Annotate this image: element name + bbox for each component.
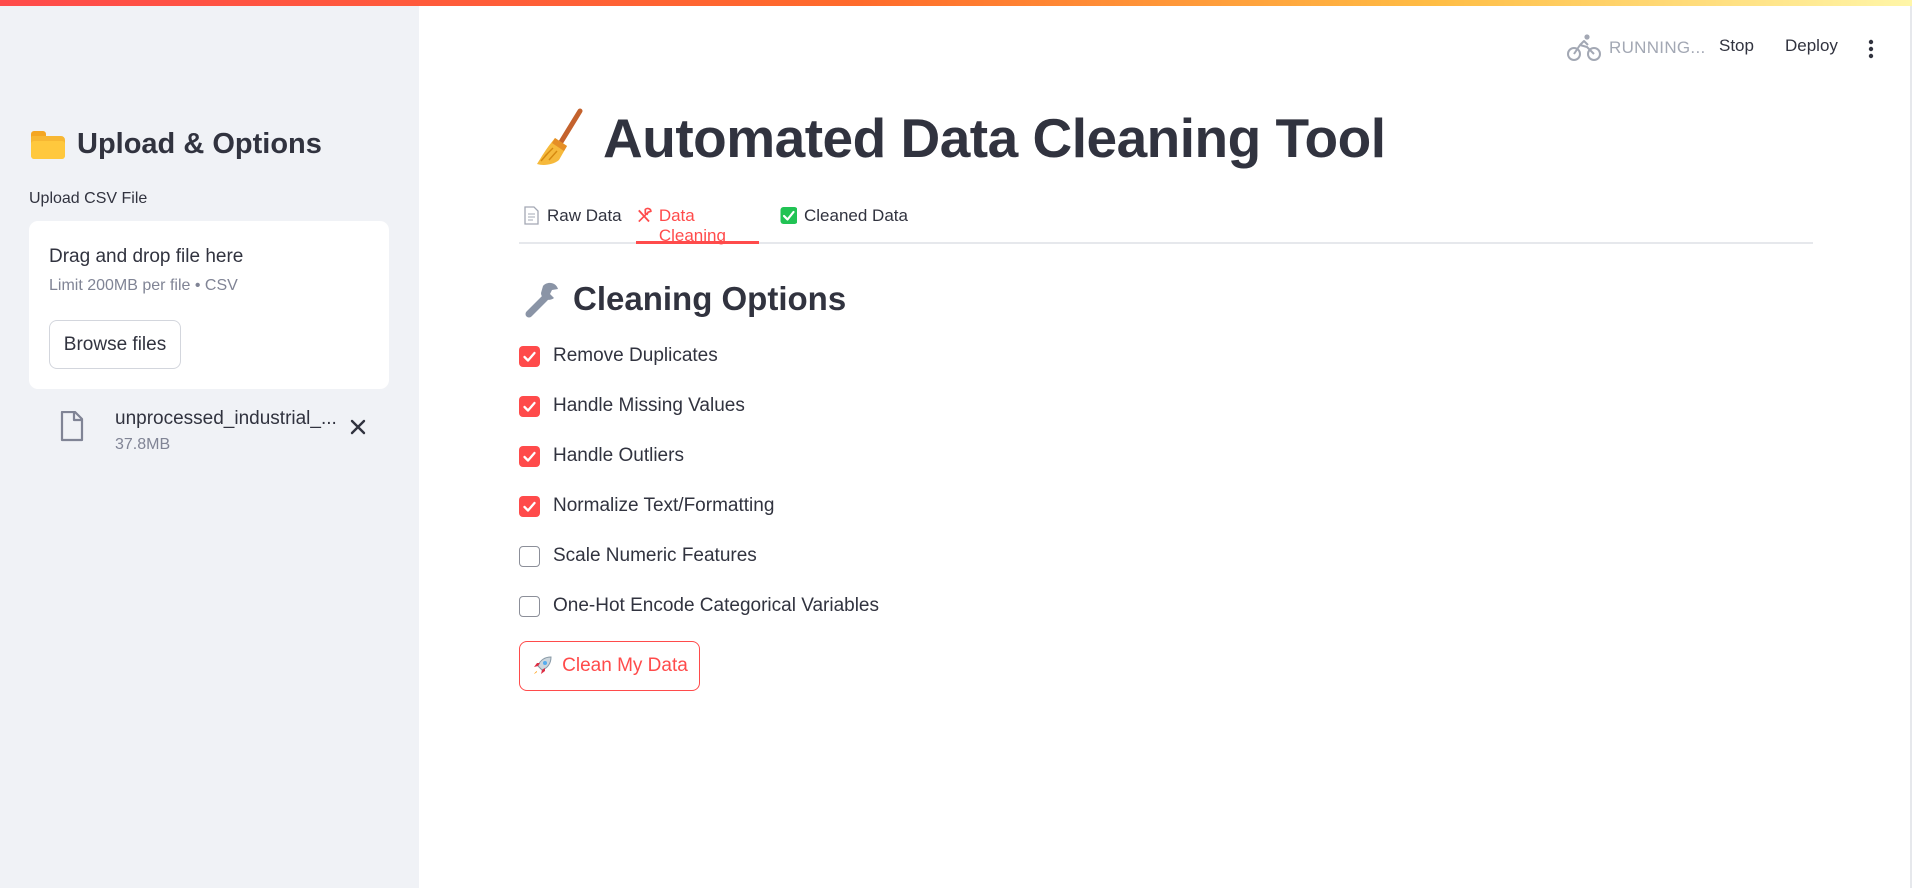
document-icon [524, 206, 539, 225]
tab-cleaned-data-label: Cleaned Data [804, 206, 908, 225]
app-title-text: Automated Data Cleaning Tool [603, 107, 1386, 169]
checkbox-checked[interactable] [519, 495, 540, 517]
option-label: Scale Numeric Features [553, 545, 757, 566]
rocket-icon [534, 656, 552, 674]
file-size: 37.8MB [115, 436, 171, 453]
tab-cleaned-data[interactable]: Cleaned Data [780, 206, 908, 244]
dropzone-limit-text: Limit 200MB per file • CSV [49, 277, 238, 294]
upload-label: Upload CSV File [29, 190, 148, 207]
file-name: unprocessed_industrial_... [115, 408, 337, 429]
broom-icon [537, 108, 583, 165]
checkbox-checked[interactable] [519, 445, 540, 467]
option-handle-missing-values[interactable]: Handle Missing Values [519, 395, 745, 417]
clean-my-data-label: Clean My Data [562, 655, 688, 676]
sidebar: Upload & Options Upload CSV File Drag an… [0, 0, 419, 888]
folder-icon [31, 130, 65, 159]
status-text: RUNNING... [1609, 38, 1706, 57]
tab-raw-data[interactable]: Raw Data [523, 206, 622, 244]
option-label: Handle Outliers [553, 445, 684, 466]
check-box-icon [780, 207, 797, 224]
bicycle-icon [1567, 34, 1601, 61]
option-normalize-text[interactable]: Normalize Text/Formatting [519, 495, 774, 517]
close-icon[interactable] [347, 416, 369, 438]
top-decoration-stripe [0, 0, 1912, 6]
option-one-hot-encode[interactable]: One-Hot Encode Categorical Variables [519, 595, 879, 617]
sidebar-header: Upload & Options [31, 128, 322, 161]
option-label: One-Hot Encode Categorical Variables [553, 595, 879, 616]
cleaning-options-title: Cleaning Options [573, 280, 847, 317]
more-menu-icon[interactable] [1864, 38, 1878, 60]
section-title: Cleaning Options [523, 280, 846, 318]
running-status: RUNNING... [1567, 33, 1706, 63]
option-label: Remove Duplicates [553, 345, 718, 366]
page-title: Automated Data Cleaning Tool [533, 106, 1386, 170]
option-handle-outliers[interactable]: Handle Outliers [519, 445, 684, 467]
option-label: Handle Missing Values [553, 395, 745, 416]
deploy-button[interactable]: Deploy [1785, 36, 1838, 56]
sidebar-title: Upload & Options [77, 128, 322, 160]
wrench-icon [525, 282, 558, 318]
file-dropzone[interactable]: Drag and drop file here Limit 200MB per … [29, 221, 389, 389]
tab-bar: Raw Data Data Cleaning Cleaned Data [519, 200, 1813, 245]
checkbox-unchecked[interactable] [519, 545, 540, 567]
tools-icon [638, 207, 652, 223]
browse-files-button[interactable]: Browse files [49, 320, 181, 369]
stop-button[interactable]: Stop [1719, 36, 1754, 56]
clean-my-data-button[interactable]: Clean My Data [519, 641, 700, 691]
tab-data-cleaning-label: Data Cleaning [658, 206, 726, 245]
file-icon [60, 411, 84, 442]
checkbox-checked[interactable] [519, 395, 540, 417]
option-label: Normalize Text/Formatting [553, 495, 775, 516]
dropzone-title: Drag and drop file here [49, 246, 244, 267]
option-remove-duplicates[interactable]: Remove Duplicates [519, 345, 718, 367]
tab-raw-data-label: Raw Data [547, 206, 622, 225]
uploaded-file-item: unprocessed_industrial_... 37.8MB [57, 402, 377, 462]
checkbox-unchecked[interactable] [519, 595, 540, 617]
tab-data-cleaning[interactable]: Data Cleaning [636, 206, 759, 245]
option-scale-numeric[interactable]: Scale Numeric Features [519, 545, 757, 567]
checkbox-checked[interactable] [519, 345, 540, 367]
